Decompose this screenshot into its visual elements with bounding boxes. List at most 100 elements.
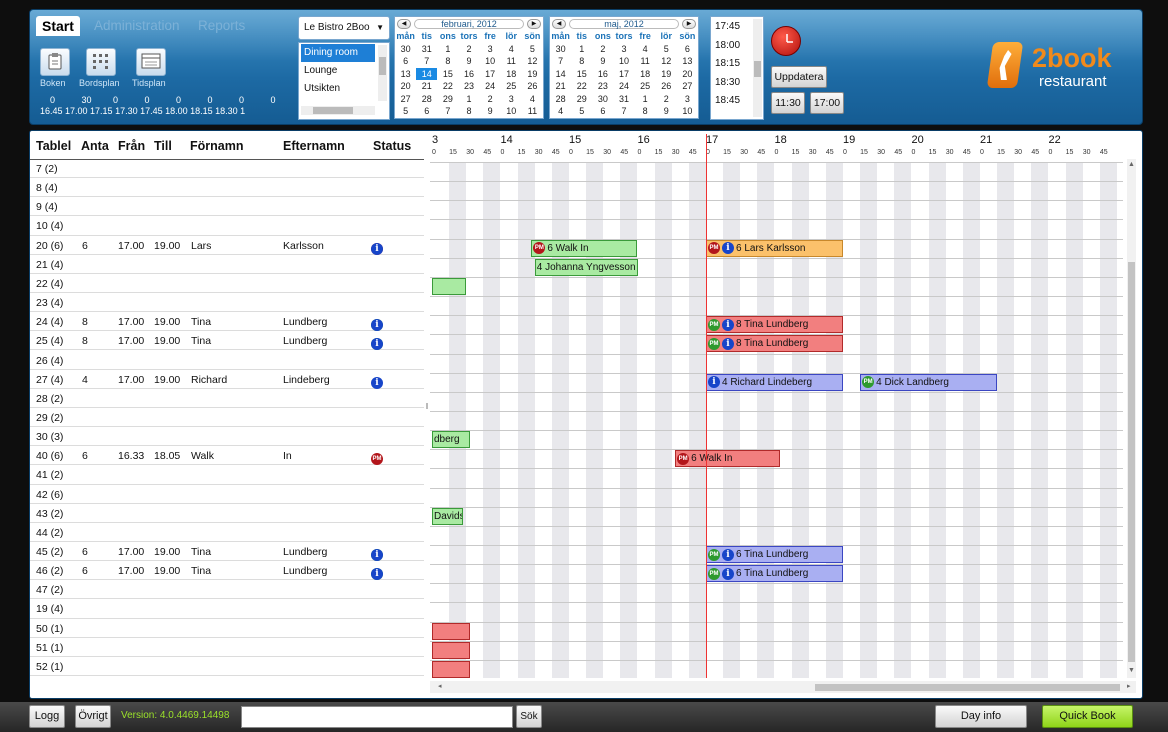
calendar-day[interactable]: 6: [416, 105, 437, 118]
col-header-to[interactable]: Till: [154, 139, 172, 153]
calendar-day[interactable]: 11: [522, 105, 543, 118]
table-row[interactable]: 44 (2): [30, 523, 424, 542]
info-icon[interactable]: i: [722, 318, 734, 331]
calendar-day[interactable]: 3: [677, 93, 698, 106]
calendar-day[interactable]: 29: [571, 93, 592, 106]
calendar-day[interactable]: 5: [656, 43, 677, 56]
table-row[interactable]: 30 (3): [30, 427, 424, 447]
table-row[interactable]: 22 (4): [30, 274, 424, 294]
pm-icon[interactable]: PM: [371, 453, 383, 466]
calendar-day[interactable]: 2: [458, 43, 479, 56]
calendar-day[interactable]: 10: [480, 55, 501, 68]
day-info-button[interactable]: Day info: [935, 705, 1027, 728]
restaurant-select[interactable]: Le Bistro 2Boo ▼: [298, 16, 390, 40]
area-list-scrollbar[interactable]: [378, 45, 387, 101]
table-row[interactable]: 27 (4) 4 17.00 19.00 Richard Lindeberg i: [30, 370, 424, 389]
booking-block[interactable]: 4 Johanna Yngvesson: [534, 258, 638, 276]
table-row[interactable]: 25 (4)817.0019.00TinaLundbergPMi: [30, 331, 424, 351]
calendar-day[interactable]: 6: [395, 55, 416, 68]
time-option[interactable]: 18:15: [715, 58, 740, 69]
calendar-day[interactable]: 26: [656, 80, 677, 93]
timeline-hscroll-thumb[interactable]: [815, 684, 1120, 691]
calendar-day[interactable]: 31: [613, 93, 634, 106]
calendar-day[interactable]: 7: [613, 105, 634, 118]
table-row[interactable]: 47 (2): [30, 580, 424, 600]
info-icon[interactable]: i: [722, 548, 734, 561]
table-row[interactable]: 10 (4): [30, 216, 424, 236]
booking-block[interactable]: Davidsso: [432, 507, 463, 525]
calendar-day[interactable]: 5: [571, 105, 592, 118]
calendar-day[interactable]: 12: [656, 55, 677, 68]
col-header-status[interactable]: Status: [373, 139, 411, 153]
info-icon[interactable]: i: [371, 242, 383, 255]
calendar-day[interactable]: 19: [656, 68, 677, 81]
table-row[interactable]: 40 (6) 6 16.33 18.05 Walk In PM: [30, 446, 424, 466]
booking-block[interactable]: PM i 6 Lars Karlsson: [706, 239, 843, 257]
calendar-day[interactable]: 18: [635, 68, 656, 81]
info-icon[interactable]: i: [371, 338, 383, 351]
booking-block[interactable]: [432, 660, 470, 678]
area-list-hscroll[interactable]: [301, 106, 375, 115]
calendar-day[interactable]: 18: [501, 68, 522, 81]
table-row[interactable]: 20 (6)617.0019.00LarsKarlssonPMi: [30, 236, 424, 255]
calendar-day[interactable]: 28: [416, 93, 437, 106]
calendar-day[interactable]: 8: [571, 55, 592, 68]
calendar-day[interactable]: 9: [592, 55, 613, 68]
calendar-day[interactable]: 4: [501, 43, 522, 56]
time-list-scroll-thumb[interactable]: [754, 61, 761, 77]
scroll-down-icon[interactable]: ▼: [1128, 667, 1135, 674]
calendar-day[interactable]: 4: [635, 43, 656, 56]
col-header-table[interactable]: Tablel: [36, 139, 71, 153]
calendar-day[interactable]: 9: [480, 105, 501, 118]
calendar-day[interactable]: 1: [437, 43, 458, 56]
info-icon[interactable]: i: [371, 568, 383, 581]
calendar-day[interactable]: 4: [550, 105, 571, 118]
table-row[interactable]: 43 (2): [30, 504, 424, 523]
calendar-day[interactable]: 13: [395, 68, 416, 81]
calendar-day[interactable]: 30: [550, 43, 571, 56]
calendar-day[interactable]: 24: [613, 80, 634, 93]
calendar-day[interactable]: 23: [592, 80, 613, 93]
calendar-day[interactable]: 27: [395, 93, 416, 106]
calendar-day[interactable]: 5: [395, 105, 416, 118]
booking-block[interactable]: PM 4 Dick Landberg: [860, 373, 998, 391]
booking-block[interactable]: [432, 622, 470, 640]
calendar-day[interactable]: 5: [522, 43, 543, 56]
quick-time-button[interactable]: 17:00: [810, 92, 844, 114]
pm-icon[interactable]: PM: [708, 548, 720, 561]
calendar-day[interactable]: 15: [571, 68, 592, 81]
booking-block[interactable]: PM i 8 Tina Lundberg: [706, 335, 843, 353]
area-list-hscroll-thumb[interactable]: [313, 107, 353, 114]
table-row[interactable]: 28 (2): [30, 389, 424, 408]
col-header-count[interactable]: Anta: [81, 139, 109, 153]
calendar-day[interactable]: 17: [480, 68, 501, 81]
table-row[interactable]: 52 (1): [30, 657, 424, 677]
info-icon[interactable]: i: [722, 567, 734, 580]
booking-block[interactable]: i4 Richard Lindeberg: [706, 373, 843, 391]
calendar-day[interactable]: 25: [501, 80, 522, 93]
calendar-day[interactable]: 29: [437, 93, 458, 106]
scroll-left-icon[interactable]: ◂: [438, 682, 442, 690]
prev-month-button[interactable]: ◀: [397, 18, 411, 29]
calendar-day[interactable]: 21: [550, 80, 571, 93]
splitter-handle[interactable]: [426, 403, 428, 409]
calendar-day[interactable]: 8: [635, 105, 656, 118]
calendar-day[interactable]: 10: [677, 105, 698, 118]
col-header-first-name[interactable]: Förnamn: [190, 139, 243, 153]
table-row[interactable]: 7 (2): [30, 159, 424, 179]
info-icon[interactable]: i: [722, 242, 734, 255]
calendar-day[interactable]: 3: [480, 43, 501, 56]
calendar-day[interactable]: 16: [592, 68, 613, 81]
table-row[interactable]: 9 (4): [30, 197, 424, 217]
booking-block[interactable]: PM 6 Walk In: [675, 450, 780, 468]
next-month-button[interactable]: ▶: [682, 18, 696, 29]
tab-reports[interactable]: Reports: [192, 16, 251, 36]
table-row[interactable]: 41 (2): [30, 465, 424, 485]
calendar-day[interactable]: 25: [635, 80, 656, 93]
info-icon[interactable]: i: [722, 337, 734, 350]
booking-block[interactable]: PM i 6 Tina Lundberg: [706, 546, 843, 563]
calendar-day[interactable]: 1: [458, 93, 479, 106]
table-row[interactable]: 8 (4): [30, 178, 424, 198]
calendar-day[interactable]: 26: [522, 80, 543, 93]
info-icon[interactable]: i: [708, 376, 720, 389]
